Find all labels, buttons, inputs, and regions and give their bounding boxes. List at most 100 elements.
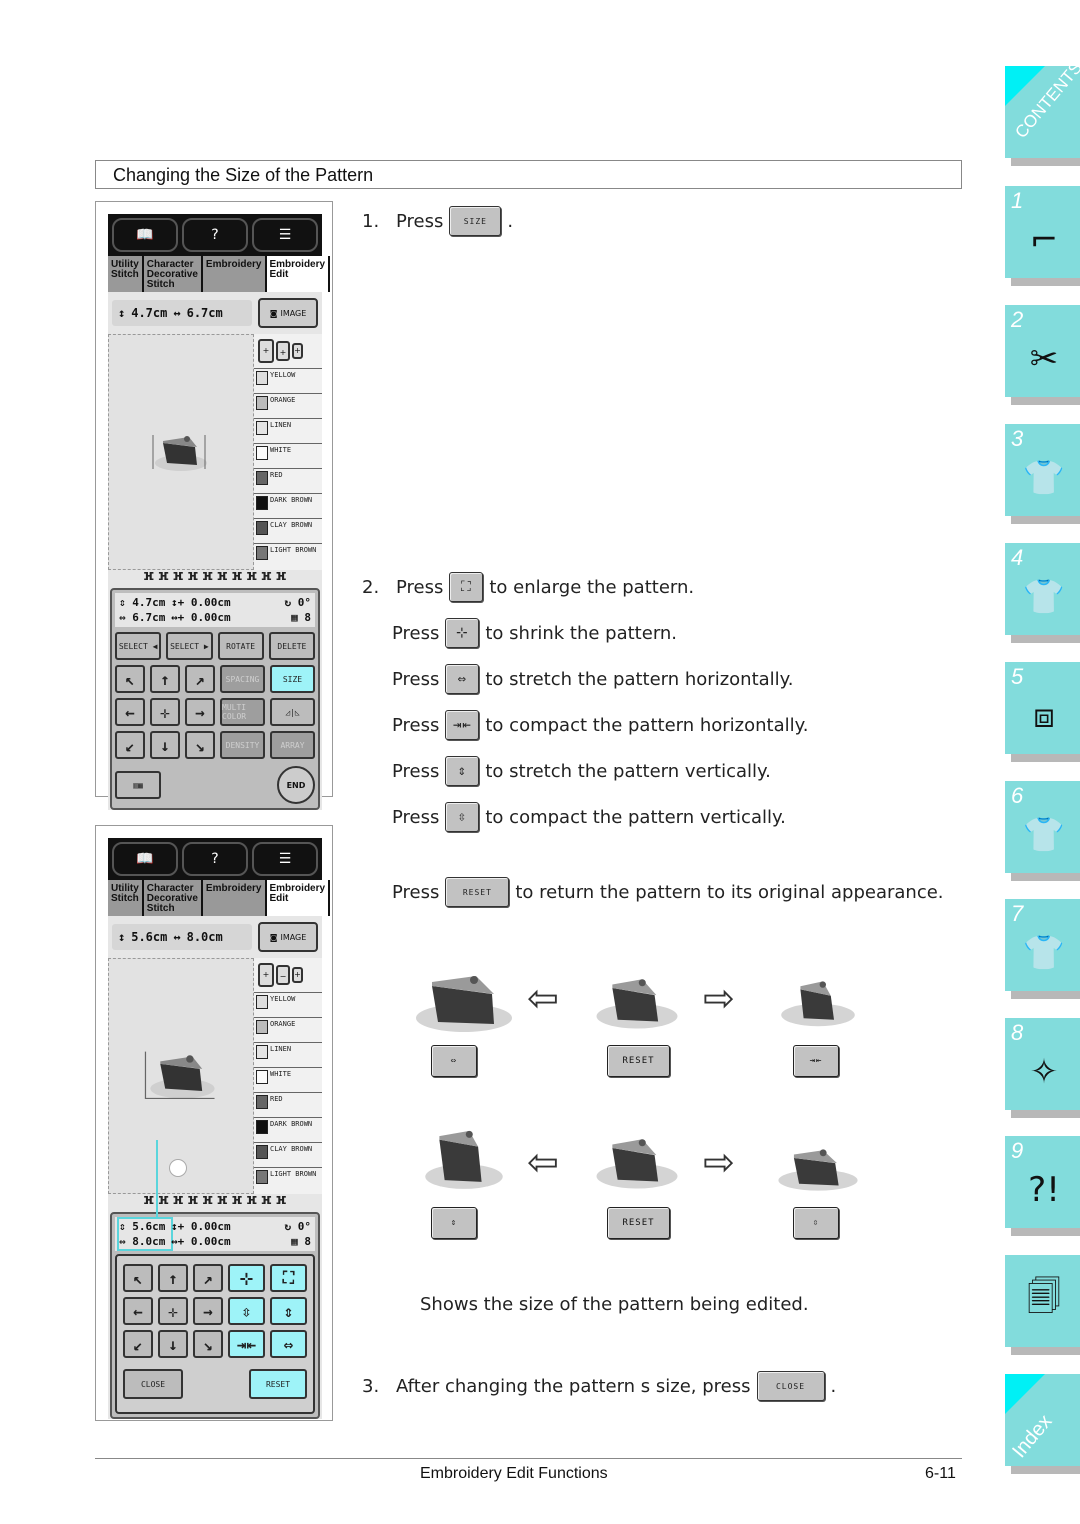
spool-icon [256, 396, 268, 410]
move-down-right-icon[interactable]: ↘ [185, 731, 215, 759]
tab-character-decorative[interactable]: Character Decorative Stitch [143, 256, 203, 292]
thread-item: DARK BROWN [254, 493, 322, 518]
center-icon[interactable]: ✛ [158, 1297, 188, 1325]
move-down-icon[interactable]: ↓ [158, 1330, 188, 1358]
spool-icon [256, 521, 268, 535]
move-left-icon[interactable]: ← [115, 698, 145, 726]
stretch-vertical-icon[interactable]: ⇕ [270, 1297, 307, 1325]
arrow-left-icon: ⇦ [527, 1140, 559, 1184]
arrow-right-icon: ⇨ [703, 976, 735, 1020]
spool-icon [256, 471, 268, 485]
thread-item: YELLOW [254, 992, 322, 1017]
sidetab-chapter-7[interactable]: 7 👕 [1005, 899, 1080, 999]
spacing-button[interactable]: SPACING [220, 665, 265, 693]
tab-embroidery[interactable]: Embroidery [202, 880, 267, 916]
thread-item: ORANGE [254, 393, 322, 418]
sidetab-chapter-5[interactable]: 5 ⧈ [1005, 662, 1080, 762]
settings-list-icon[interactable]: ☰ [252, 842, 318, 876]
cake-compacted-horizontal [781, 981, 855, 1027]
sidetab-contents[interactable]: CONTENTS [1005, 58, 1080, 166]
move-up-icon[interactable]: ↑ [150, 665, 180, 693]
sidetab-chapter-3[interactable]: 3 👕 [1005, 424, 1080, 524]
hoop-selector[interactable]: + + + [254, 334, 322, 368]
thread-item: LIGHT BROWN [254, 1167, 322, 1192]
move-down-icon[interactable]: ↓ [150, 731, 180, 759]
reset-button[interactable]: RESET [249, 1369, 307, 1399]
thread-item: WHITE [254, 1067, 322, 1092]
width-icon: ↔ [173, 930, 181, 944]
move-down-left-icon[interactable]: ↙ [115, 731, 145, 759]
array-button[interactable]: ARRAY [270, 731, 315, 759]
hoop-selector[interactable]: + − + [254, 958, 322, 992]
medium-hoop-icon[interactable]: + [276, 341, 290, 361]
tab-embroidery-edit[interactable]: Embroidery Edit [266, 880, 331, 916]
sidetab-chapter-4[interactable]: 4 👕 [1005, 543, 1080, 643]
image-button[interactable]: ◙ IMAGE [258, 922, 318, 952]
sidetab-index[interactable]: Index [1005, 1374, 1080, 1474]
image-button[interactable]: ◙ IMAGE [258, 298, 318, 328]
thread-palette-icon[interactable]: ▥▦ [115, 771, 161, 799]
pattern-readout: ⇕ 4.7cm ⇔ 6.7cm ↕+ 0.00cm ↔+ 0.00cm ↻ 0° ▦ … [115, 593, 315, 627]
stretch-horizontal-icon[interactable]: ⇔ [270, 1330, 307, 1358]
move-up-icon[interactable]: ↑ [158, 1264, 188, 1292]
height-icon: ⇕ [119, 596, 126, 609]
sidetab-appendix[interactable]: 🗐 [1005, 1255, 1080, 1355]
compact-horizontal-icon[interactable]: ⇥⇤ [228, 1330, 265, 1358]
large-hoop-icon[interactable]: + [258, 963, 274, 987]
pattern-canvas[interactable] [108, 334, 254, 570]
help-machine-icon[interactable]: ? [182, 842, 248, 876]
density-button[interactable]: DENSITY [220, 731, 265, 759]
sidetab-chapter-8[interactable]: 8 ✧ [1005, 1018, 1080, 1118]
compact-vertical-icon[interactable]: ⇳ [228, 1297, 265, 1325]
select-next-button[interactable]: SELECT ▶ [166, 632, 213, 660]
sidetab-chapter-9[interactable]: 9 ?! [1005, 1136, 1080, 1236]
medium-hoop-icon[interactable]: − [276, 965, 290, 985]
delete-button[interactable]: DELETE [268, 632, 315, 660]
tab-embroidery-edit[interactable]: Embroidery Edit [266, 256, 331, 292]
move-up-left-icon[interactable]: ↖ [123, 1264, 153, 1292]
step-2-compact-h: Press ⇥⇤ to compact the pattern horizont… [392, 710, 808, 740]
tab-utility-stitch[interactable]: Utility Stitch [108, 880, 144, 916]
tab-embroidery[interactable]: Embroidery [202, 256, 267, 292]
documents-icon: 🗐 [1027, 1276, 1061, 1317]
move-down-left-icon[interactable]: ↙ [123, 1330, 153, 1358]
help-machine-icon[interactable]: ? [182, 218, 248, 252]
move-right-icon[interactable]: → [185, 698, 215, 726]
width-icon: ⇔ [119, 1235, 126, 1248]
sidetab-chapter-6[interactable]: 6 👕 [1005, 781, 1080, 881]
tab-utility-stitch[interactable]: Utility Stitch [108, 256, 144, 292]
center-icon[interactable]: ✛ [150, 698, 180, 726]
move-up-left-icon[interactable]: ↖ [115, 665, 145, 693]
small-hoop-icon[interactable]: + [292, 343, 303, 359]
tab-character-decorative[interactable]: Character Decorative Stitch [143, 880, 203, 916]
reset-button-ref: RESET [607, 1207, 670, 1239]
multi-color-button[interactable]: MULTI COLOR [220, 698, 265, 726]
sidetab-chapter-1[interactable]: 1 ⌐ [1005, 186, 1080, 286]
shrink-icon[interactable]: ⊹ [228, 1264, 265, 1292]
move-down-right-icon[interactable]: ↘ [193, 1330, 223, 1358]
size-display: ↕ 4.7cm ↔ 6.7cm [112, 300, 252, 326]
mirror-button[interactable]: ◿|◺ [270, 698, 315, 726]
small-hoop-icon[interactable]: + [292, 967, 303, 983]
move-right-icon[interactable]: → [193, 1297, 223, 1325]
size-button[interactable]: SIZE [270, 665, 315, 693]
move-up-right-icon[interactable]: ↗ [193, 1264, 223, 1292]
pattern-canvas[interactable] [108, 958, 254, 1194]
move-left-icon[interactable]: ← [123, 1297, 153, 1325]
spool-icon [256, 995, 268, 1009]
select-prev-button[interactable]: SELECT ◀ [115, 632, 162, 660]
settings-list-icon[interactable]: ☰ [252, 218, 318, 252]
move-up-right-icon[interactable]: ↗ [185, 665, 215, 693]
sidetab-chapter-2[interactable]: 2 ✂ [1005, 305, 1080, 405]
sewing-machine-hand-icon: ⌐ [1029, 220, 1059, 260]
step-2-reset: Press RESET to return the pattern to its… [392, 877, 944, 907]
close-button[interactable]: CLOSE [123, 1369, 183, 1399]
manual-book-icon[interactable]: 📖 [112, 842, 178, 876]
rotate-button[interactable]: ROTATE [217, 632, 264, 660]
large-hoop-icon[interactable]: + [258, 339, 274, 363]
enlarge-icon[interactable]: ⛶ [270, 1264, 307, 1292]
step-3: 3. After changing the pattern s size, pr… [362, 1371, 836, 1401]
end-button[interactable]: END [277, 766, 315, 804]
thread-scissors-icon: ✂ [1029, 339, 1059, 379]
manual-book-icon[interactable]: 📖 [112, 218, 178, 252]
